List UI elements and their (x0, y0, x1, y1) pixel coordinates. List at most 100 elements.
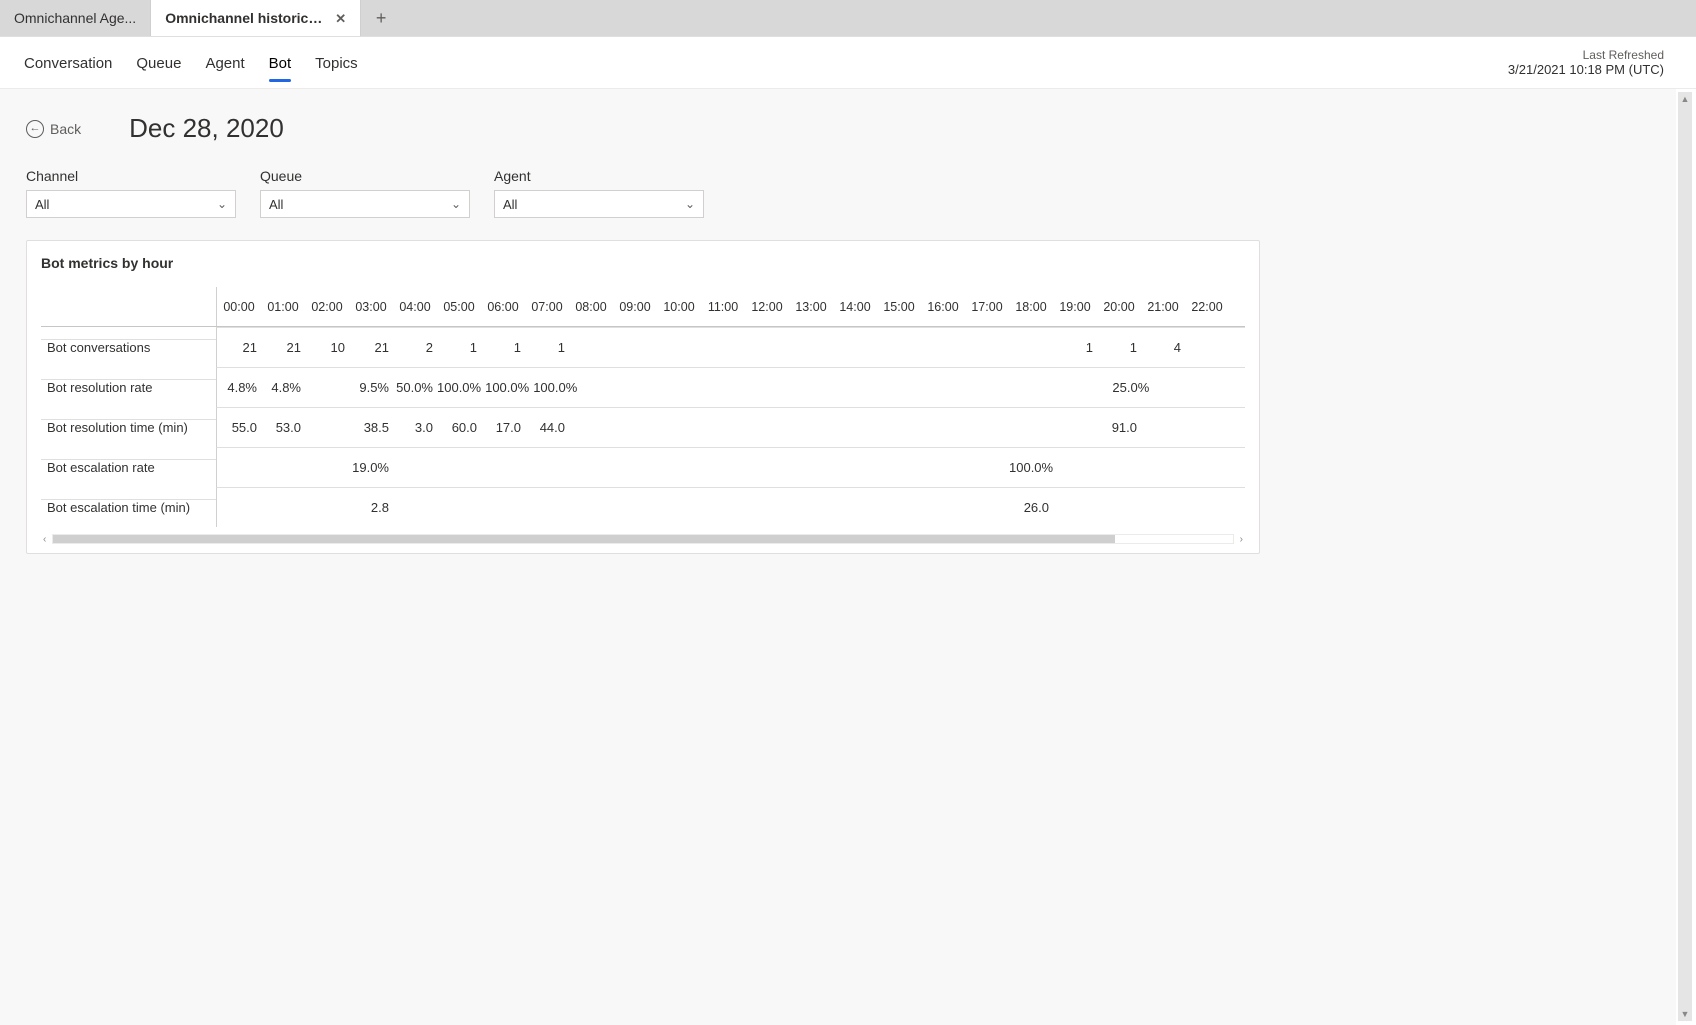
value-cell (657, 328, 701, 367)
value-cell (481, 448, 525, 487)
filter-agent: Agent All ⌄ (494, 168, 704, 218)
value-cell (1197, 368, 1241, 407)
tab-bar: Omnichannel Age... Omnichannel historica… (0, 0, 1696, 37)
scroll-down-icon[interactable]: ▼ (1681, 1009, 1690, 1019)
value-cell (833, 448, 877, 487)
back-button[interactable]: ← Back (26, 120, 81, 138)
value-cell (789, 488, 833, 527)
value-cell (1233, 448, 1245, 487)
value-cell (977, 368, 1021, 407)
value-cell: 1 (437, 328, 481, 367)
value-cell (745, 488, 789, 527)
matrix-row: Bot resolution rate4.8%4.8%9.5%50.0%100.… (41, 367, 1245, 407)
value-cell (1053, 488, 1097, 527)
content: ← Back Dec 28, 2020 Channel All ⌄ Queue … (0, 89, 1676, 1025)
scroll-thumb[interactable] (53, 535, 1114, 543)
tab-label: Omnichannel Age... (14, 10, 136, 26)
filter-channel: Channel All ⌄ (26, 168, 236, 218)
scroll-left-icon[interactable]: ‹ (41, 534, 48, 545)
filter-queue-label: Queue (260, 168, 470, 184)
value-cell: 4 (1141, 328, 1185, 367)
filter-agent-select[interactable]: All ⌄ (494, 190, 704, 218)
value-area: 2.826.0 (216, 487, 1245, 527)
value-cell (1241, 368, 1245, 407)
value-cell (1153, 368, 1197, 407)
value-cell: 21 (261, 328, 305, 367)
value-cell: 100.0% (533, 368, 581, 407)
value-cell: 50.0% (393, 368, 437, 407)
value-cell (1185, 408, 1229, 447)
page-scrollbar[interactable]: ▲ ▼ (1678, 92, 1692, 1021)
value-cell: 26.0 (1009, 488, 1053, 527)
scroll-up-icon[interactable]: ▲ (1681, 94, 1690, 104)
subnav-item-queue[interactable]: Queue (136, 41, 181, 84)
value-cell (613, 408, 657, 447)
subnav-item-topics[interactable]: Topics (315, 41, 358, 84)
value-cell (789, 328, 833, 367)
value-cell (657, 448, 701, 487)
value-cell (1229, 328, 1245, 367)
value-cell (877, 448, 921, 487)
value-cell (1185, 328, 1229, 367)
subnav-item-conversation[interactable]: Conversation (24, 41, 112, 84)
chevron-down-icon: ⌄ (451, 197, 461, 211)
filter-queue: Queue All ⌄ (260, 168, 470, 218)
tab-omnichannel-historical[interactable]: Omnichannel historical an... ✕ (151, 0, 361, 36)
value-cell (569, 488, 613, 527)
value-cell (669, 368, 713, 407)
last-refreshed-value: 3/21/2021 10:18 PM (UTC) (1508, 62, 1664, 77)
value-cell (437, 448, 481, 487)
value-cell: 2 (393, 328, 437, 367)
value-cell: 17.0 (481, 408, 525, 447)
value-cell: 60.0 (437, 408, 481, 447)
value-cell: 10 (305, 328, 349, 367)
filter-agent-value: All (503, 197, 517, 212)
value-cell (613, 328, 657, 367)
value-cell (965, 488, 1009, 527)
value-area: 4.8%4.8%9.5%50.0%100.0%100.0%100.0%25.0% (216, 367, 1245, 407)
value-cell (1065, 368, 1109, 407)
new-tab-button[interactable]: + (361, 0, 401, 36)
hour-header-cell: 20:00 (1097, 287, 1141, 326)
hour-header-cell: 19:00 (1053, 287, 1097, 326)
value-cell (305, 448, 349, 487)
value-cell (305, 488, 349, 527)
close-icon[interactable]: ✕ (335, 12, 346, 25)
value-cell (217, 448, 261, 487)
subnav-item-agent[interactable]: Agent (205, 41, 244, 84)
tab-omnichannel-agent[interactable]: Omnichannel Age... (0, 0, 151, 36)
subnav-item-bot[interactable]: Bot (269, 41, 292, 84)
value-cell (965, 448, 1009, 487)
value-cell: 3.0 (393, 408, 437, 447)
value-cell (877, 328, 921, 367)
value-cell (921, 448, 965, 487)
value-cell (261, 488, 305, 527)
filter-queue-select[interactable]: All ⌄ (260, 190, 470, 218)
value-cell: 1 (1097, 328, 1141, 367)
card-bot-metrics: Bot metrics by hour 00:0001:0002:0003:00… (26, 240, 1260, 554)
value-cell (1185, 488, 1229, 527)
value-area: 55.053.038.53.060.017.044.091.0 (216, 407, 1245, 447)
hour-header-cell: 01:00 (261, 287, 305, 326)
metric-label: Bot escalation rate (41, 459, 216, 475)
value-cell: 1 (525, 328, 569, 367)
value-cell: 38.5 (349, 408, 393, 447)
value-cell (1057, 448, 1101, 487)
value-cell (657, 408, 701, 447)
filter-channel-select[interactable]: All ⌄ (26, 190, 236, 218)
matrix-row: Bot escalation time (min)2.826.0 (41, 487, 1245, 527)
value-cell (613, 488, 657, 527)
value-cell (393, 448, 437, 487)
scroll-track[interactable] (52, 534, 1233, 544)
value-cell (701, 448, 745, 487)
scroll-right-icon[interactable]: › (1238, 534, 1245, 545)
hour-header-cell: 04:00 (393, 287, 437, 326)
value-cell (965, 408, 1009, 447)
value-cell (1141, 408, 1185, 447)
value-cell (933, 368, 977, 407)
card-title: Bot metrics by hour (41, 255, 1245, 271)
filters: Channel All ⌄ Queue All ⌄ Agent All ⌄ (26, 168, 1650, 218)
value-cell: 100.0% (1009, 448, 1057, 487)
horizontal-scrollbar[interactable]: ‹ › (41, 533, 1245, 545)
value-cell (713, 368, 757, 407)
